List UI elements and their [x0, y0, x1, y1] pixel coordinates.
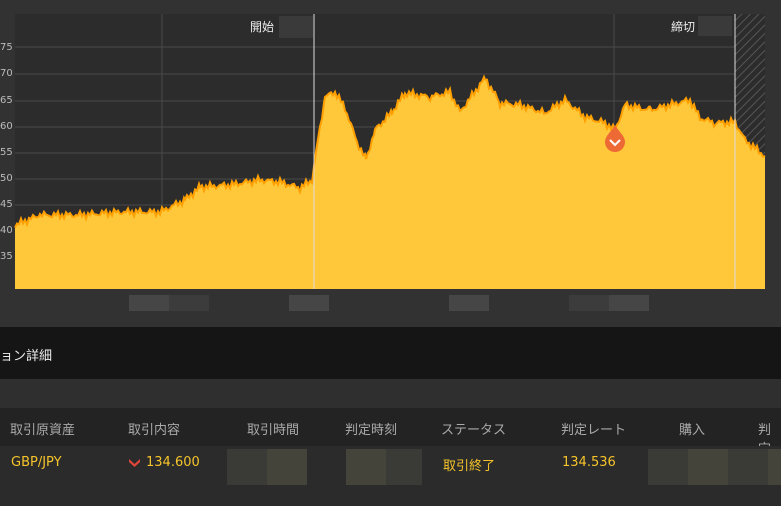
row-rate: 134.600 — [146, 455, 200, 470]
col-header-status: ステータス — [441, 423, 507, 438]
y-tick-label: 45 — [0, 199, 13, 210]
price-chart: 75 70 65 60 55 50 45 40 35 開始 締切 — [0, 0, 781, 327]
row-status: 取引終了 — [443, 459, 496, 474]
col-header-asset: 取引原資産 — [10, 423, 76, 438]
payout-redacted — [728, 449, 768, 485]
col-header-trade-time: 取引時間 — [247, 423, 300, 438]
x-label-redacted — [609, 295, 649, 311]
x-label-redacted — [289, 295, 329, 311]
purchase-redacted — [648, 449, 688, 485]
x-label-redacted — [169, 295, 209, 311]
purchase-redacted — [688, 449, 728, 485]
judge-time-redacted — [346, 449, 386, 485]
section-subbar — [0, 379, 781, 408]
section-header — [0, 327, 781, 379]
trade-time-redacted — [227, 449, 267, 485]
y-tick-label: 60 — [0, 121, 13, 132]
col-header-purchase: 購入 — [679, 423, 706, 438]
y-tick-label: 55 — [0, 147, 13, 158]
x-label-redacted — [569, 295, 609, 311]
start-label: 開始 — [250, 20, 275, 34]
y-tick-label: 35 — [0, 251, 13, 262]
chart-canvas — [14, 14, 766, 289]
row-asset: GBP/JPY — [11, 455, 62, 470]
end-label: 締切 — [671, 20, 696, 34]
payout-redacted — [768, 449, 781, 485]
col-header-content: 取引内容 — [128, 423, 181, 438]
y-tick-label: 75 — [0, 42, 13, 53]
judge-time-redacted — [386, 449, 422, 485]
row-judge-rate: 134.536 — [562, 455, 616, 470]
col-header-judge-rate: 判定レート — [561, 423, 627, 438]
down-arrow-icon — [129, 459, 140, 467]
end-time-redacted — [698, 16, 732, 36]
y-tick-label: 50 — [0, 173, 13, 184]
trade-time-redacted — [267, 449, 307, 485]
x-label-redacted — [129, 295, 169, 311]
section-title: ョン詳細 — [0, 349, 53, 364]
col-header-judge-time: 判定時刻 — [345, 423, 398, 438]
y-tick-label: 40 — [0, 225, 13, 236]
y-tick-label: 65 — [0, 95, 13, 106]
y-tick-label: 70 — [0, 68, 13, 79]
x-label-redacted — [449, 295, 489, 311]
start-time-redacted — [279, 16, 313, 38]
